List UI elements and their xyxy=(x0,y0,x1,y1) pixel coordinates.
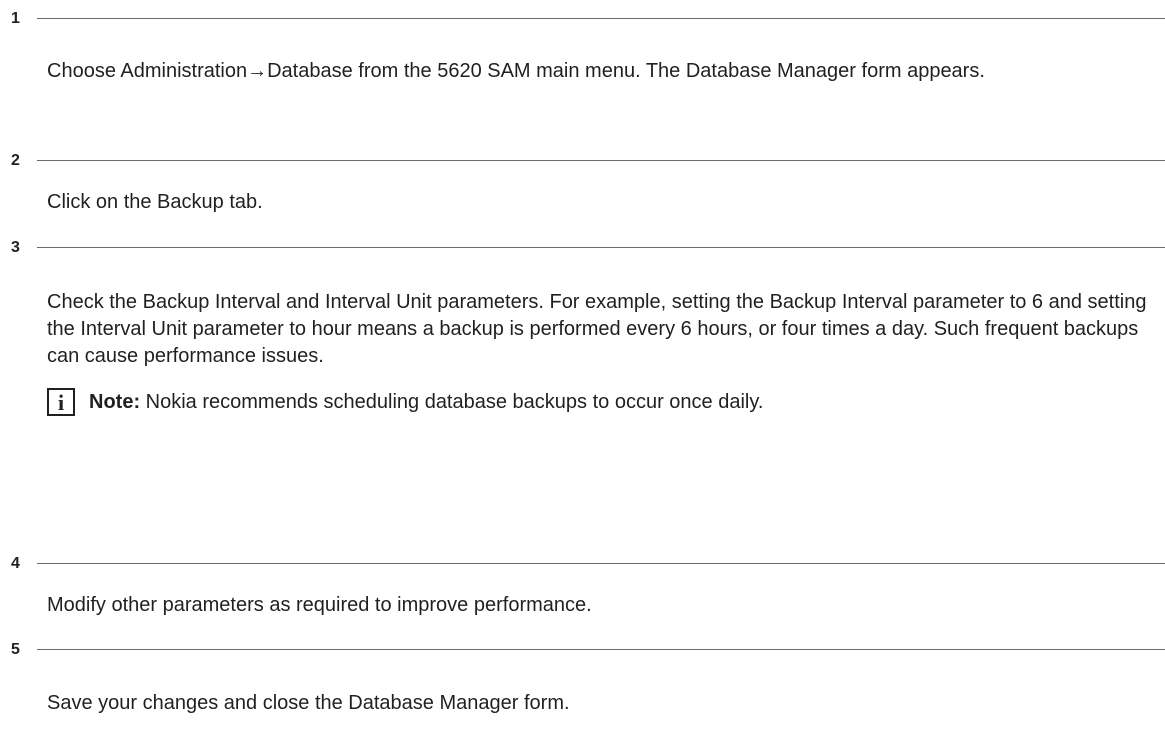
procedure-step-2: 2 Click on the Backup tab. xyxy=(0,149,1165,216)
step-text: Check the Backup Interval and Interval U… xyxy=(47,291,1147,367)
step-header: 1 xyxy=(0,7,1165,31)
step-text: Modify other parameters as required to i… xyxy=(47,594,592,616)
step-body: Check the Backup Interval and Interval U… xyxy=(47,289,1152,419)
step-number: 2 xyxy=(11,152,20,169)
step-body: Choose Administration→Database from the … xyxy=(47,58,1152,85)
step-header: 5 xyxy=(0,638,1165,662)
procedure-step-3: 3 Check the Backup Interval and Interval… xyxy=(0,236,1165,419)
step-text: Save your changes and close the Database… xyxy=(47,692,570,714)
step-body: Modify other parameters as required to i… xyxy=(47,592,1152,619)
step-text: Click on the Backup tab. xyxy=(47,191,263,213)
note-body: Nokia recommends scheduling database bac… xyxy=(140,390,764,413)
procedure-step-1: 1 Choose Administration→Database from th… xyxy=(0,7,1165,85)
step-number: 3 xyxy=(11,239,20,256)
step-header: 4 xyxy=(0,552,1165,576)
step-number: 4 xyxy=(11,555,20,572)
note-text: Note: Nokia recommends scheduling databa… xyxy=(89,389,763,416)
note-label: Note: xyxy=(89,390,141,413)
step-divider xyxy=(37,247,1165,248)
info-icon: i xyxy=(47,388,75,416)
step-header: 2 xyxy=(0,149,1165,173)
step-divider xyxy=(37,160,1165,161)
step-divider xyxy=(37,649,1165,650)
note-callout: i Note: Nokia recommends scheduling data… xyxy=(47,385,1152,419)
step-body: Save your changes and close the Database… xyxy=(47,690,1152,717)
step-header: 3 xyxy=(0,236,1165,260)
step-number: 1 xyxy=(11,10,20,27)
procedure-step-4: 4 Modify other parameters as required to… xyxy=(0,552,1165,619)
procedure-step-5: 5 Save your changes and close the Databa… xyxy=(0,638,1165,717)
step-divider xyxy=(37,18,1165,19)
step-text: Choose Administration→Database from the … xyxy=(47,60,985,82)
step-number: 5 xyxy=(11,641,20,658)
step-body: Click on the Backup tab. xyxy=(47,189,1152,216)
step-divider xyxy=(37,563,1165,564)
